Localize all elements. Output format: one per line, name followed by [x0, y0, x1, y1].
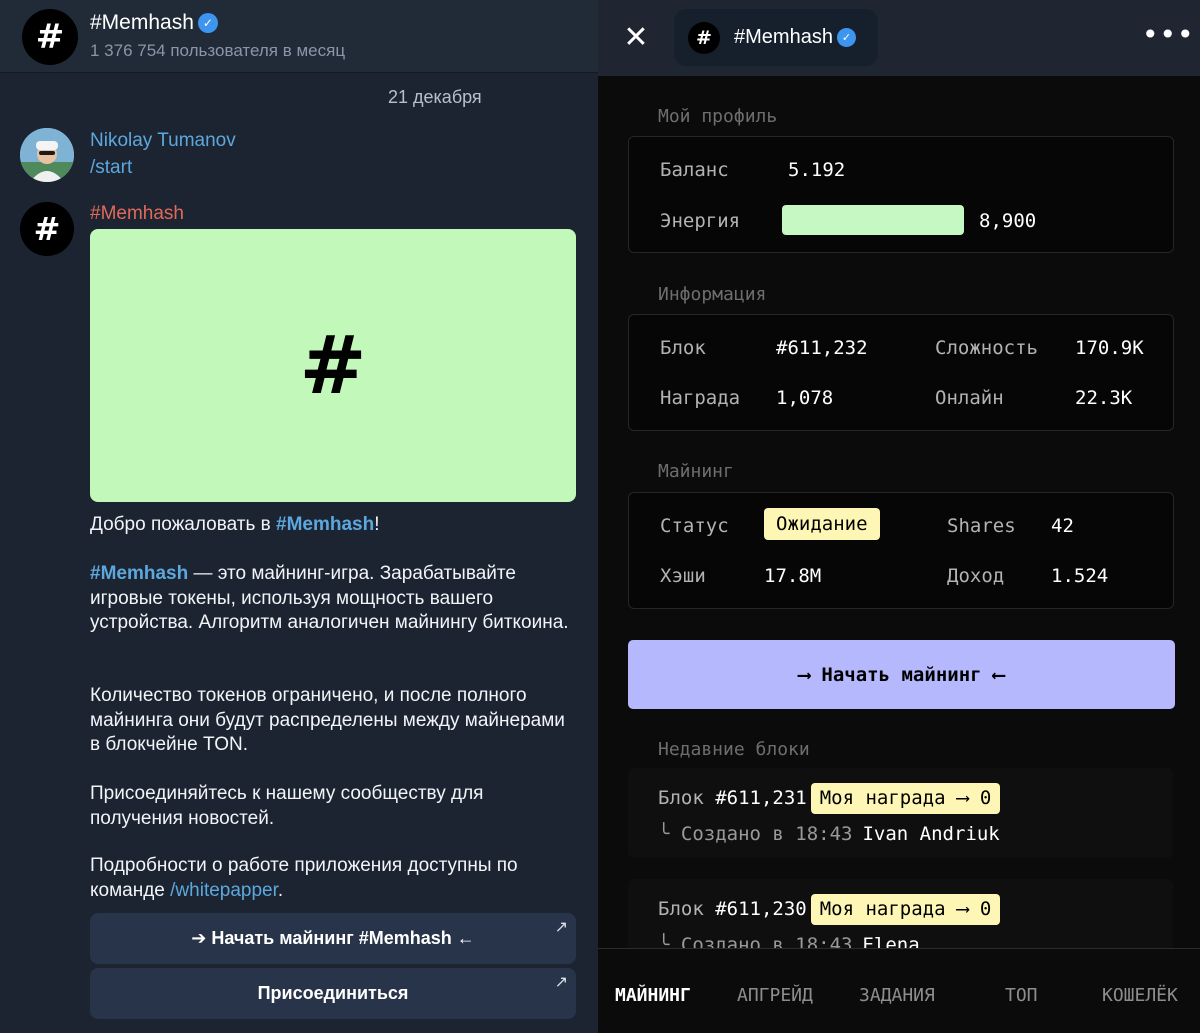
tab-top[interactable]: ТОП	[1005, 985, 1038, 1006]
recent-blocks-title: Недавние блоки	[658, 739, 810, 760]
difficulty-label: Сложность	[935, 337, 1038, 359]
community-paragraph: Присоединяйтесь к нашему сообществу для …	[90, 783, 484, 829]
app-avatar: #	[688, 22, 720, 54]
description-paragraph: #Memhash — это майнинг-игра. Зарабатывай…	[90, 563, 569, 633]
bottom-tab-bar: МАЙНИНГ АПГРЕЙД ЗАДАНИЯ ТОП КОШЕЛЁК	[598, 948, 1200, 1033]
close-icon[interactable]: ✕	[618, 20, 654, 56]
online-label: Онлайн	[935, 387, 1004, 409]
user-name[interactable]: Nikolay Tumanov	[90, 130, 236, 152]
chat-header[interactable]: # #Memhash ✓ 1 376 754 пользователя в мес…	[0, 0, 598, 73]
block-meta: ╰ Создано в 18:43 Ivan Andriuk	[658, 823, 1000, 845]
welcome-paragraph: Добро пожаловать в #Memhash!	[90, 514, 380, 535]
recent-block-card[interactable]: Блок #611,231 Моя награда ⟶ 0 ╰ Создано в…	[628, 768, 1173, 858]
tab-tasks[interactable]: ЗАДАНИЯ	[859, 985, 935, 1006]
energy-bar	[782, 205, 964, 235]
bot-avatar[interactable]: #	[20, 202, 74, 256]
date-separator: 21 декабря	[388, 87, 482, 107]
tokens-paragraph: Количество токенов ограничено, и после п…	[90, 685, 565, 755]
energy-label: Энергия	[660, 210, 741, 232]
user-avatar[interactable]	[20, 128, 74, 182]
start-command[interactable]: /start	[90, 157, 132, 179]
my-reward-badge: Моя награда ⟶ 0	[810, 894, 1001, 925]
bot-welcome-image[interactable]: #	[90, 229, 576, 502]
shares-label: Shares	[947, 515, 1016, 537]
chat-subtitle: 1 376 754 пользователя в месяц	[90, 41, 346, 60]
channel-avatar[interactable]: #	[22, 9, 78, 65]
info-panel: Блок #611,232 Сложность 170.9K Награда 1…	[628, 314, 1174, 431]
mining-panel: Статус Ожидание Shares 42 Хэши 17.8M Дох…	[628, 492, 1174, 609]
bot-name[interactable]: #Memhash	[90, 203, 184, 225]
mining-section-title: Майнинг	[658, 461, 734, 482]
tab-upgrade[interactable]: АПГРЕЙД	[737, 985, 813, 1006]
whitepaper-command[interactable]: /whitepapper	[170, 880, 278, 901]
block-title: Блок #611,230 Моя награда ⟶ 0	[658, 894, 1001, 925]
chat-title: #Memhash ✓	[90, 11, 218, 35]
block-miner: Elena	[862, 934, 920, 948]
balance-label: Баланс	[660, 159, 729, 181]
user-photo	[20, 128, 74, 182]
memhash-link[interactable]: #Memhash	[276, 514, 374, 535]
difficulty-value: 170.9K	[1075, 337, 1144, 359]
memhash-mini-app: ✕ # #Memhash ✓ ••• Мой профиль Баланс 5.1…	[598, 0, 1200, 1033]
block-title: Блок #611,231 Моя награда ⟶ 0	[658, 783, 1001, 814]
balance-value: 5.192	[788, 159, 846, 181]
recent-block-card[interactable]: Блок #611,230 Моя награда ⟶ 0 ╰ Создано в…	[628, 879, 1173, 948]
hashes-value: 17.8M	[764, 565, 822, 587]
income-label: Доход	[947, 565, 1005, 587]
tab-mining[interactable]: МАЙНИНГ	[615, 985, 691, 1006]
block-value: #611,232	[776, 337, 868, 359]
shares-value: 42	[1051, 515, 1074, 537]
mini-app-header: ✕ # #Memhash ✓ •••	[598, 0, 1200, 76]
energy-value: 8,900	[979, 210, 1037, 232]
verified-icon: ✓	[836, 28, 856, 47]
app-title: #Memhash ✓	[734, 26, 856, 49]
more-options-icon[interactable]: •••	[1142, 18, 1194, 54]
profile-panel: Баланс 5.192 Энергия 8,900	[628, 136, 1174, 253]
hash-logo-icon: #	[299, 319, 367, 412]
reward-value: 1,078	[776, 387, 834, 409]
block-meta: ╰ Создано в 18:43 Elena	[658, 934, 920, 948]
memhash-hashtag[interactable]: #Memhash	[90, 563, 188, 584]
join-community-inline-button[interactable]: Присоединиться ↗	[90, 968, 576, 1019]
external-link-icon: ↗	[554, 972, 568, 991]
block-label: Блок	[660, 337, 706, 359]
tab-wallet[interactable]: КОШЕЛЁК	[1102, 985, 1178, 1006]
profile-section-title: Мой профиль	[658, 106, 778, 127]
block-number: #611,230	[715, 898, 807, 920]
app-content: Мой профиль Баланс 5.192 Энергия 8,900 И…	[598, 76, 1200, 948]
status-label: Статус	[660, 515, 729, 537]
external-link-icon: ↗	[554, 917, 568, 936]
info-section-title: Информация	[658, 284, 767, 305]
block-number: #611,231	[715, 787, 807, 809]
app-title-pill[interactable]: # #Memhash ✓	[674, 9, 878, 66]
telegram-chat: # #Memhash ✓ 1 376 754 пользователя в мес…	[0, 0, 598, 1033]
income-value: 1.524	[1051, 565, 1109, 587]
status-badge: Ожидание	[764, 508, 880, 540]
verified-icon: ✓	[197, 13, 218, 33]
my-reward-badge: Моя награда ⟶ 0	[810, 783, 1001, 814]
block-miner: Ivan Andriuk	[862, 823, 1000, 845]
start-mining-inline-button[interactable]: ➔ Начать майнинг #Memhash ← ↗	[90, 913, 576, 964]
hashes-label: Хэши	[660, 565, 706, 587]
whitepaper-paragraph: Подробности о работе приложения доступны…	[90, 855, 518, 901]
online-value: 22.3K	[1075, 387, 1133, 409]
reward-label: Награда	[660, 387, 741, 409]
start-mining-button[interactable]: ⟶ Начать майнинг ⟵	[628, 640, 1175, 709]
